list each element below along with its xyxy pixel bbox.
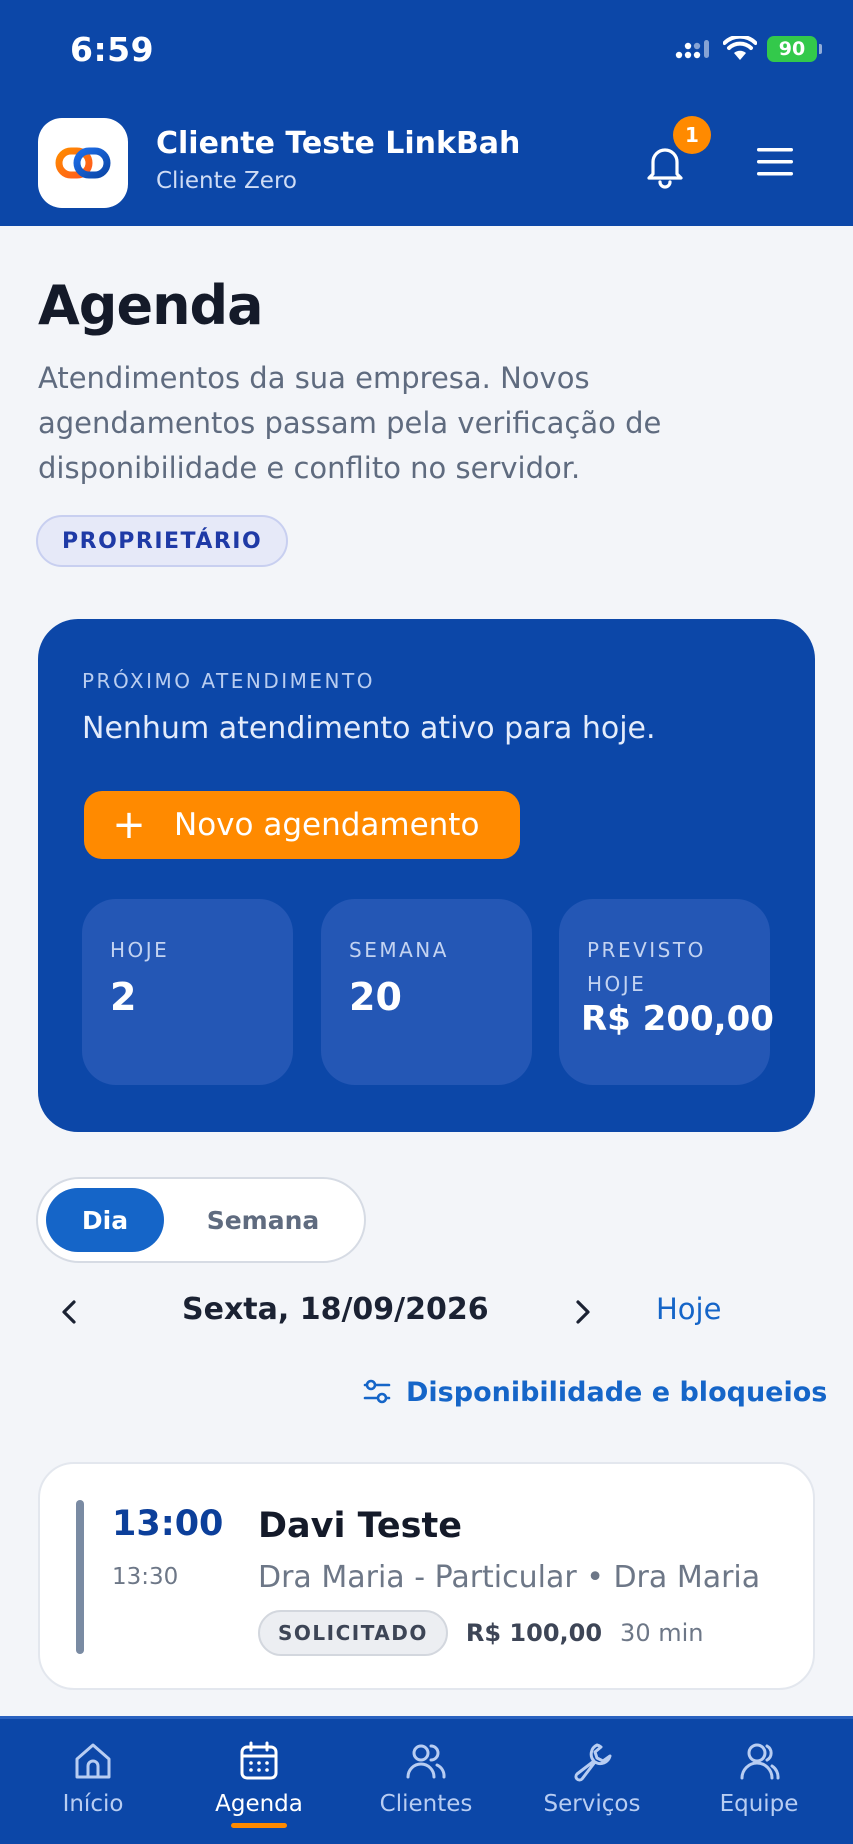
tab-label: Serviços [543,1791,641,1817]
calendar-icon [240,1741,278,1780]
appointment-card[interactable]: 13:00 13:30 Davi Teste Dra Maria - Parti… [38,1462,815,1690]
status-time: 6:59 [70,30,155,69]
stat-week: SEMANA 20 [321,899,532,1085]
tab-label: Clientes [379,1791,473,1817]
stat-value: 2 [110,975,137,1019]
app-bar: Cliente Teste LinkBah Cliente Zero [0,116,853,212]
appointment-price: R$ 100,00 [465,1619,603,1647]
tab-label: Equipe [719,1791,799,1817]
notification-badge: 1 [673,116,711,154]
view-toggle: Dia Semana [36,1177,366,1263]
battery-icon: 90 [767,36,822,62]
stat-expected-today: PREVISTO HOJE R$ 200,00 [559,899,774,1085]
wifi-icon [723,36,757,60]
status-badge: SOLICITADO [258,1610,448,1656]
stat-label: SEMANA [349,938,449,962]
stat-value: R$ 200,00 [581,999,774,1039]
date-navigator: Sexta, 18/09/2026 Hoje [0,1280,853,1344]
stat-label: PREVISTO HOJE [587,938,706,996]
signal-icon [675,40,709,59]
company-info: Cliente Teste LinkBah Cliente Zero [156,126,520,194]
appointment-start-time: 13:00 [112,1504,224,1544]
today-link[interactable]: Hoje [656,1292,721,1326]
stat-value: 20 [349,975,402,1019]
summary-card: PRÓXIMO ATENDIMENTO Nenhum atendimento a… [38,619,815,1132]
sliders-icon [363,1379,391,1404]
tab-label: Início [62,1791,124,1817]
chevron-right-icon[interactable] [566,1296,598,1328]
tab-label: Agenda [215,1791,303,1817]
toggle-week[interactable]: Semana [168,1188,358,1252]
tab-clientes[interactable]: Clientes [351,1739,501,1839]
company-subtitle: Cliente Zero [156,168,297,194]
status-icons: 90 [675,34,822,64]
appointment-description: Dra Maria - Particular • Dra Maria [258,1560,761,1595]
new-appointment-button[interactable]: + Novo agendamento [84,791,520,859]
active-tab-indicator [231,1823,287,1828]
plus-icon: + [112,802,146,848]
new-appointment-label: Novo agendamento [174,807,480,843]
tab-inicio[interactable]: Início [18,1739,168,1839]
status-bar: 6:59 90 [0,0,853,100]
appointment-meta: SOLICITADO R$ 100,00 30 min [258,1610,703,1656]
hamburger-menu-icon[interactable] [754,142,796,182]
link-logo-icon [55,147,111,179]
team-icon [740,1743,780,1780]
company-name: Cliente Teste LinkBah [156,126,521,161]
home-icon [75,1743,111,1779]
status-indicator-bar [76,1500,84,1654]
page-title: Agenda [38,274,264,337]
company-logo[interactable] [38,118,128,208]
role-badge: PROPRIETÁRIO [36,515,289,567]
appointment-end-time: 13:30 [112,1564,179,1590]
bottom-tab-bar: Início Agenda Clientes Serviços Equipe [0,1716,853,1844]
appointment-client-name: Davi Teste [258,1506,462,1546]
stat-label: HOJE [110,938,170,962]
app-header: 6:59 90 Cliente Teste LinkBah Cliente Ze… [0,0,853,226]
tab-agenda[interactable]: Agenda [184,1739,334,1839]
users-icon [406,1744,446,1779]
battery-level: 90 [778,38,806,60]
chevron-left-icon[interactable] [54,1296,86,1328]
toggle-day[interactable]: Dia [46,1188,164,1252]
next-appointment-text: Nenhum atendimento ativo para hoje. [82,711,656,746]
page-description: Atendimentos da sua empresa. Novos agend… [38,361,662,485]
current-date: Sexta, 18/09/2026 [182,1292,489,1327]
availability-link[interactable]: Disponibilidade e bloqueios [362,1370,827,1414]
stat-today: HOJE 2 [82,899,293,1085]
appointment-duration: 30 min [620,1619,704,1647]
next-appointment-label: PRÓXIMO ATENDIMENTO [82,669,375,693]
wrench-icon [574,1743,612,1782]
tab-servicos[interactable]: Serviços [517,1739,667,1839]
tab-equipe[interactable]: Equipe [684,1739,834,1839]
availability-label: Disponibilidade e bloqueios [406,1376,828,1408]
